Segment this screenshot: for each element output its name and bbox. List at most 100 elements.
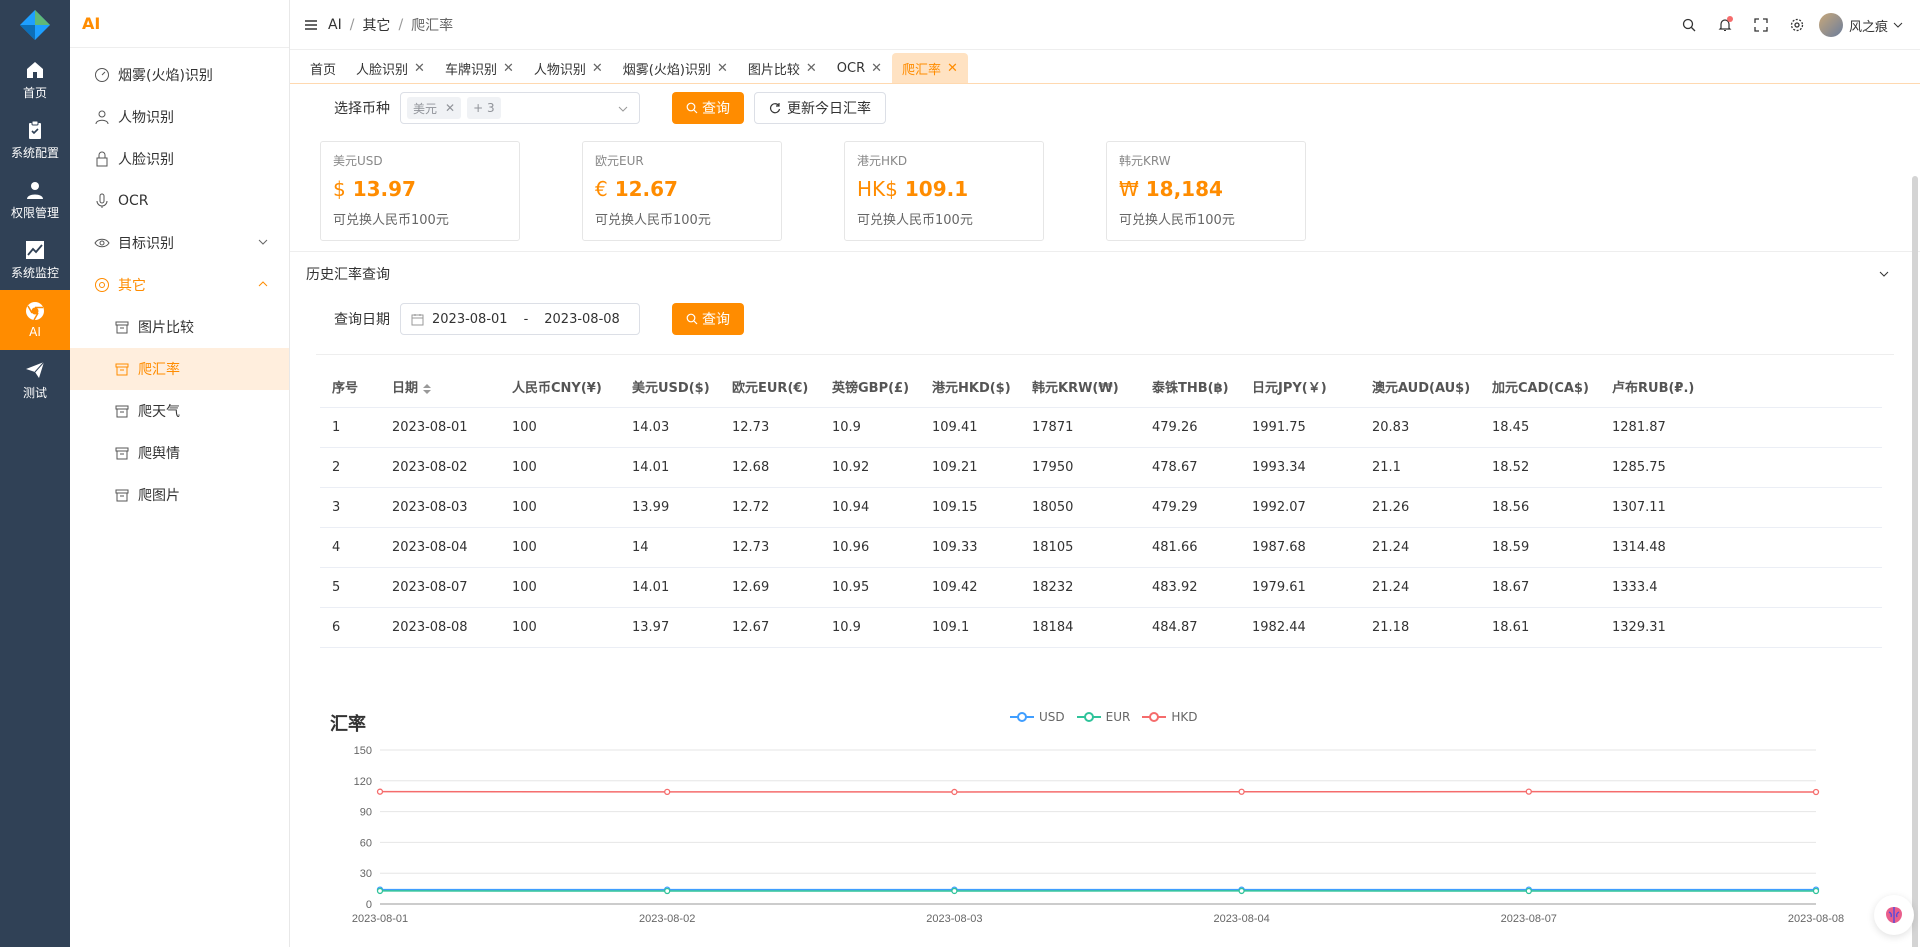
send-icon (26, 361, 45, 378)
refresh-icon (769, 103, 781, 114)
y-tick-label: 90 (360, 807, 372, 819)
tab-smoke[interactable]: 烟雾(火焰)识别 ✕ (613, 53, 738, 83)
card-value: HK$ 109.1 (857, 177, 1031, 201)
sidebar-item-label: 人物识别 (118, 110, 174, 126)
table-cell: 2023-08-08 (380, 607, 500, 648)
tab-image-compare[interactable]: 图片比较 ✕ (738, 53, 827, 83)
scrollbar[interactable] (1912, 176, 1918, 947)
sidebar-item-weather[interactable]: 爬天气 (70, 390, 289, 432)
legend-item-usd[interactable]: USD (1010, 710, 1065, 724)
user-name: 风之痕 (1848, 19, 1888, 35)
gear-icon (1790, 18, 1804, 32)
sidebar-item-person[interactable]: 人物识别 (70, 96, 289, 138)
avatar (1818, 13, 1843, 37)
settings-button[interactable] (1779, 18, 1815, 32)
x-tick-label: 2023-08-02 (639, 913, 695, 925)
table-cell: 21.1 (1360, 447, 1480, 488)
sidebar-item-label: 其它 (118, 278, 146, 294)
sidebar-item-target[interactable]: 目标识别 (70, 222, 289, 264)
rail-item-test[interactable]: 测试 (0, 350, 70, 410)
legend-item-eur[interactable]: EUR (1076, 710, 1130, 724)
sort-icon[interactable] (422, 383, 432, 395)
close-icon[interactable]: ✕ (806, 61, 817, 76)
col-header: 加元CAD(CA$) (1480, 367, 1600, 408)
tab-label: 车牌识别 (444, 62, 497, 78)
tab-person[interactable]: 人物识别 ✕ (524, 53, 613, 83)
data-point-hkd (951, 788, 958, 796)
tab-plate[interactable]: 车牌识别 ✕ (435, 53, 524, 83)
rail-item-ai[interactable]: AI (0, 290, 70, 350)
search-button[interactable] (1671, 18, 1707, 32)
divider (316, 354, 1894, 355)
table-cell: 109.41 (920, 407, 1020, 448)
notification-button[interactable] (1707, 16, 1743, 32)
close-icon[interactable]: ✕ (503, 61, 514, 76)
sidebar-item-images[interactable]: 爬图片 (70, 474, 289, 516)
sidebar-item-label: 人脸识别 (118, 152, 174, 168)
chevron-down-icon (1879, 271, 1889, 277)
table-cell: 10.9 (820, 407, 920, 448)
close-icon[interactable]: ✕ (947, 61, 958, 76)
currency-select[interactable]: 美元 ✕ + 3 (400, 92, 640, 124)
sidebar-item-image-compare[interactable]: 图片比较 (70, 306, 289, 348)
sidebar-item-label: 爬舆情 (138, 446, 180, 462)
currency-chip: 美元 ✕ (407, 97, 462, 119)
update-label: 更新今日汇率 (787, 101, 871, 117)
sidebar-item-opinion[interactable]: 爬舆情 (70, 432, 289, 474)
breadcrumb-item[interactable]: AI (328, 17, 342, 33)
card-amount: 109.1 (904, 177, 969, 201)
menu-icon[interactable] (304, 18, 318, 32)
card-value: € 12.67 (595, 177, 769, 201)
tab-home[interactable]: 首页 (300, 53, 346, 83)
user-menu[interactable]: 风之痕 (1818, 13, 1904, 37)
rail-item-permissions[interactable]: 权限管理 (0, 170, 70, 230)
archive-icon (114, 319, 130, 335)
table-cell: 479.29 (1140, 487, 1240, 528)
table-cell: 14.03 (620, 407, 720, 448)
app-logo[interactable] (0, 0, 70, 50)
table-row: 1 2023-08-01 100 14.03 12.73 10.9 109.41 17871 4… (320, 407, 1882, 448)
date-range-picker[interactable]: 2023-08-01 - 2023-08-08 (400, 303, 640, 335)
table-cell: 13.99 (620, 487, 720, 528)
table-cell: 12.73 (720, 407, 820, 448)
legend-item-hkd[interactable]: HKD (1142, 710, 1197, 724)
x-tick-label: 2023-08-04 (1213, 913, 1269, 925)
breadcrumb-item[interactable]: 其它 (362, 15, 390, 35)
table-cell: 483.92 (1140, 567, 1240, 608)
history-section-header[interactable]: 历史汇率查询 (290, 252, 1920, 296)
col-header-date[interactable]: 日期 (380, 367, 500, 408)
card-symbol: ₩ (1119, 177, 1139, 201)
legend-marker (1076, 712, 1101, 722)
history-query-button[interactable]: 查询 (672, 303, 744, 335)
table-cell: 5 (320, 567, 380, 608)
sidebar-item-ocr[interactable]: OCR (70, 180, 289, 222)
tab-exchange-rate[interactable]: 爬汇率 ✕ (892, 53, 968, 83)
close-icon[interactable]: ✕ (717, 61, 728, 76)
table-cell: 1979.61 (1240, 567, 1360, 608)
table-cell: 1329.31 (1600, 607, 1882, 648)
rail-item-home[interactable]: 首页 (0, 50, 70, 110)
rail-item-monitor[interactable]: 系统监控 (0, 230, 70, 290)
update-rate-button[interactable]: 更新今日汇率 (754, 92, 886, 124)
sidebar-item-face[interactable]: 人脸识别 (70, 138, 289, 180)
assistant-button[interactable] (1874, 895, 1914, 935)
archive-icon (114, 403, 130, 419)
fullscreen-button[interactable] (1743, 18, 1779, 32)
table-cell: 10.9 (820, 607, 920, 648)
query-button[interactable]: 查询 (672, 92, 744, 124)
y-tick-label: 150 (354, 745, 372, 757)
sidebar-item-other[interactable]: 其它 (70, 264, 289, 306)
close-icon[interactable]: ✕ (871, 61, 882, 76)
tab-ocr[interactable]: OCR ✕ (827, 53, 892, 83)
rail-item-config[interactable]: 系统配置 (0, 110, 70, 170)
legend-label: USD (1039, 710, 1065, 724)
currency-label: 选择币种 (334, 101, 390, 117)
close-icon[interactable]: ✕ (445, 101, 455, 115)
sidebar-item-smoke[interactable]: 烟雾(火焰)识别 (70, 54, 289, 96)
table-cell: 21.24 (1360, 567, 1480, 608)
close-icon[interactable]: ✕ (414, 61, 425, 76)
tab-face[interactable]: 人脸识别 ✕ (346, 53, 435, 83)
close-icon[interactable]: ✕ (592, 61, 603, 76)
sidebar-item-exchange-rate[interactable]: 爬汇率 (70, 348, 289, 390)
top-tools: 风之痕 (1671, 0, 1904, 50)
